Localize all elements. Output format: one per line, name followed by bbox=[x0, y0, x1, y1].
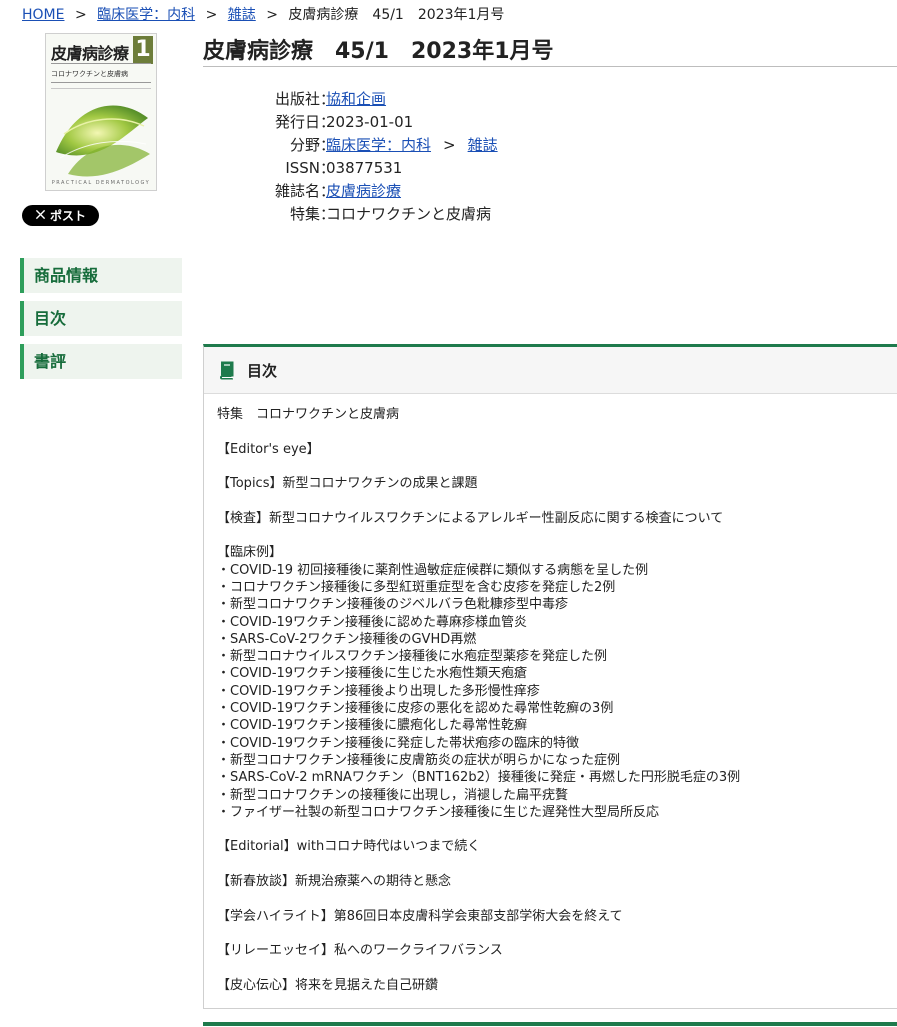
toc-entry: ・COVID-19ワクチン接種後に認めた蕁麻疹様血管炎 bbox=[217, 614, 528, 630]
title-divider bbox=[203, 66, 897, 67]
breadcrumb-separator: > bbox=[266, 7, 278, 23]
breadcrumb: HOME > 臨床医学：内科 > 雑誌 > 皮膚病診療 45/1 2023年1月… bbox=[22, 4, 504, 24]
meta-row-magazine: 雑誌名： 皮膚病診療 bbox=[250, 180, 498, 203]
meta-label: 発行日 bbox=[274, 113, 320, 131]
product-meta: 出版社： 協和企画 発行日： 2023-01-01 分野： 臨床医学：内科 > 雑誌… bbox=[250, 88, 498, 226]
toc-section-heading: 特集 コロナワクチンと皮膚病 bbox=[217, 407, 400, 422]
magazine-cover-image: 皮膚病診療 1 コロナワクチンと皮膚病 PRACTICAL DERMATOLOG… bbox=[45, 33, 157, 191]
meta-label: 特集 bbox=[289, 205, 320, 223]
toc-block: 【Editorial】withコロナ時代はいつまで続く bbox=[217, 838, 897, 855]
meta-label: 出版社 bbox=[274, 90, 320, 108]
toc-section-heading: 【Topics】新型コロナワクチンの成果と課題 bbox=[217, 476, 478, 492]
breadcrumb-home-link[interactable]: HOME bbox=[22, 7, 64, 23]
toc-block: 【新春放談】新規治療薬への期待と懸念 bbox=[217, 873, 897, 890]
toc-title: 目次 bbox=[247, 361, 278, 380]
cover-footer: PRACTICAL DERMATOLOGY bbox=[51, 180, 151, 186]
toc-entry: ・COVID-19ワクチン接種後に生じた水疱性類天疱瘡 bbox=[217, 666, 528, 682]
breadcrumb-separator: > bbox=[205, 7, 218, 23]
toc-panel: 目次 特集 コロナワクチンと皮膚病 【Editor's eye】【Topics】新… bbox=[203, 344, 897, 1009]
magazine-link[interactable]: 皮膚病診療 bbox=[326, 182, 401, 200]
toc-entry: ・COVID-19ワクチン接種後に発症した帯状疱疹の臨床的特徴 bbox=[217, 735, 580, 751]
toc-section-heading: 【皮心伝心】将来を見据えた自己研鑽 bbox=[217, 977, 439, 993]
toc-block: 【学会ハイライト】第86回日本皮膚科学会東部支部学術大会を終えて bbox=[217, 908, 897, 925]
toc-block: 【検査】新型コロナウイルスワクチンによるアレルギー性副反応に関する検査について bbox=[217, 510, 897, 527]
toc-entry: ・ファイザー社製の新型コロナワクチン接種後に生じた遅発性大型局所反応 bbox=[217, 804, 660, 820]
toc-section-heading: 【リレーエッセイ】私へのワークライフバランス bbox=[217, 943, 503, 959]
toc-entry: ・COVID-19ワクチン接種後より出現した多形慢性痒疹 bbox=[217, 683, 540, 699]
field-category-link[interactable]: 臨床医学：内科 bbox=[326, 136, 431, 154]
publish-date: 2023-01-01 bbox=[326, 113, 414, 131]
toc-entry: ・SARS-CoV-2ワクチン接種後のGVHD再燃 bbox=[217, 631, 477, 647]
toc-body: 特集 コロナワクチンと皮膚病 【Editor's eye】【Topics】新型コロ… bbox=[204, 394, 897, 994]
breadcrumb-category-link[interactable]: 臨床医学：内科 bbox=[97, 7, 195, 23]
side-nav-review[interactable]: 書評 bbox=[20, 344, 182, 379]
x-logo-icon bbox=[35, 209, 46, 223]
field-type-link[interactable]: 雑誌 bbox=[468, 136, 498, 154]
publisher-link[interactable]: 協和企画 bbox=[326, 90, 386, 108]
meta-row-publisher: 出版社： 協和企画 bbox=[250, 88, 498, 111]
toc-entry: ・新型コロナウイルスワクチン接種後に水疱症型薬疹を発症した例 bbox=[217, 649, 608, 665]
toc-section-heading: 【Editorial】withコロナ時代はいつまで続く bbox=[217, 839, 481, 855]
toc-block: 【リレーエッセイ】私へのワークライフバランス bbox=[217, 942, 897, 959]
toc-entry: ・COVID-19ワクチン接種後に皮疹の悪化を認めた尋常性乾癬の3例 bbox=[217, 701, 614, 717]
x-post-label: ポスト bbox=[49, 209, 86, 223]
side-nav-toc[interactable]: 目次 bbox=[20, 301, 182, 336]
toc-entry: ・コロナワクチン接種後に多型紅斑重症型を含む皮疹を発症した2例 bbox=[217, 579, 616, 595]
toc-block: 【Editor's eye】 bbox=[217, 441, 897, 458]
toc-entry: ・新型コロナワクチン接種後のジベルバラ色粃糠疹型中毒疹 bbox=[217, 597, 569, 613]
toc-section-heading: 【臨床例】 bbox=[217, 545, 283, 561]
meta-row-date: 発行日： 2023-01-01 bbox=[250, 111, 498, 134]
breadcrumb-type-link[interactable]: 雑誌 bbox=[228, 7, 256, 23]
issn-value: 03877531 bbox=[326, 159, 403, 177]
toc-section-heading: 【Editor's eye】 bbox=[217, 441, 320, 457]
toc-entry: ・新型コロナワクチンの接種後に出現し，消褪した扁平疣贅 bbox=[217, 787, 569, 803]
toc-block: 【皮心伝心】将来を見据えた自己研鑽 bbox=[217, 977, 897, 994]
toc-header: 目次 bbox=[204, 347, 897, 394]
side-nav: 商品情報 目次 書評 bbox=[20, 258, 182, 387]
meta-row-feature: 特集： コロナワクチンと皮膚病 bbox=[250, 203, 498, 226]
meta-label: ISSN bbox=[285, 159, 320, 177]
breadcrumb-current: 皮膚病診療 45/1 2023年1月号 bbox=[288, 7, 505, 23]
toc-block: 【臨床例】 ・COVID-19 初回接種後に薬剤性過敏症症候群に類似する病態を呈し… bbox=[217, 544, 897, 821]
toc-entry: ・COVID-19 初回接種後に薬剤性過敏症症候群に類似する病態を呈した例 bbox=[217, 562, 649, 578]
toc-section-heading: 【学会ハイライト】第86回日本皮膚科学会東部支部学術大会を終えて bbox=[217, 908, 623, 924]
meta-label: 分野 bbox=[289, 136, 320, 154]
field-separator: > bbox=[443, 136, 456, 154]
cover-leaf-artwork bbox=[56, 105, 150, 177]
side-nav-product-info[interactable]: 商品情報 bbox=[20, 258, 182, 293]
feature-value: コロナワクチンと皮膚病 bbox=[326, 205, 492, 223]
toc-entry: ・COVID-19ワクチン接種後に膿疱化した尋常性乾癬 bbox=[217, 718, 528, 734]
book-icon bbox=[217, 360, 237, 380]
toc-block: 特集 コロナワクチンと皮膚病 bbox=[217, 406, 897, 423]
toc-section-heading: 【新春放談】新規治療薬への期待と懸念 bbox=[217, 874, 452, 890]
meta-row-issn: ISSN： 03877531 bbox=[250, 157, 498, 180]
toc-section-heading: 【検査】新型コロナウイルスワクチンによるアレルギー性副反応に関する検査について bbox=[217, 510, 724, 526]
toc-entry: ・新型コロナワクチン接種後に皮膚筋炎の症状が明らかになった症例 bbox=[217, 752, 621, 768]
toc-entry: ・SARS-CoV-2 mRNAワクチン（BNT162b2）接種後に発症・再燃し… bbox=[217, 770, 741, 786]
x-post-button[interactable]: ポスト bbox=[22, 205, 99, 226]
breadcrumb-separator: > bbox=[74, 7, 87, 23]
toc-block: 【Topics】新型コロナワクチンの成果と課題 bbox=[217, 475, 897, 492]
meta-row-field: 分野： 臨床医学：内科 > 雑誌 bbox=[250, 134, 498, 157]
meta-label: 雑誌名 bbox=[274, 182, 320, 200]
bottom-divider bbox=[203, 1022, 897, 1026]
page-title: 皮膚病診療 45/1 2023年1月号 bbox=[203, 39, 554, 64]
